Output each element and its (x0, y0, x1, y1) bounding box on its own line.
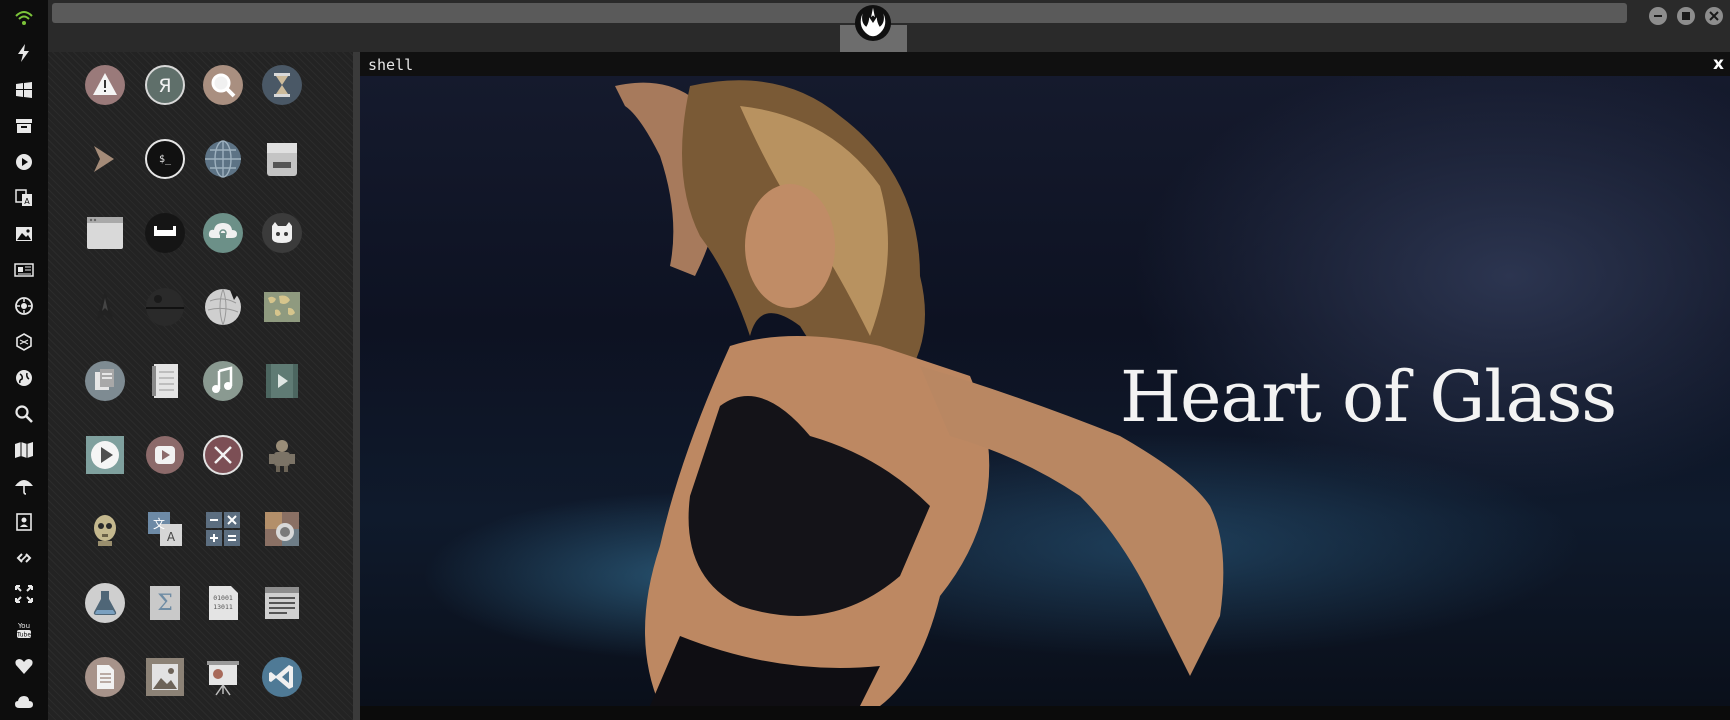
top-bar (48, 0, 1730, 52)
svg-text:13011: 13011 (213, 603, 233, 611)
death-star-icon[interactable] (144, 286, 186, 328)
umbrella-icon[interactable] (12, 474, 36, 498)
minimize-button[interactable] (1649, 7, 1667, 25)
world-map-icon[interactable] (261, 286, 303, 328)
image-icon[interactable] (12, 222, 36, 246)
yandex-icon[interactable]: Я (144, 64, 186, 106)
svg-text:01001: 01001 (213, 594, 233, 602)
panel-divider[interactable] (353, 52, 360, 720)
wikipedia-icon[interactable] (202, 286, 244, 328)
c3po-icon[interactable] (84, 508, 126, 550)
text-editor-icon[interactable] (261, 582, 303, 624)
youtube-play-icon[interactable] (144, 434, 186, 476)
fullscreen-icon[interactable] (12, 582, 36, 606)
play-circle-icon[interactable] (12, 150, 36, 174)
cloud-icon[interactable] (12, 690, 36, 714)
wifi-icon[interactable] (12, 6, 36, 30)
svg-text:文: 文 (153, 516, 165, 531)
svg-text:A: A (167, 530, 176, 544)
hexagon-icon[interactable] (12, 330, 36, 354)
link-icon[interactable] (12, 546, 36, 570)
rebel-alliance-logo-icon[interactable] (854, 4, 892, 42)
settings-badge-icon[interactable] (12, 294, 36, 318)
terminal-icon[interactable]: $_ (144, 138, 186, 180)
contacts-icon[interactable] (12, 510, 36, 534)
video-icon[interactable] (261, 360, 303, 402)
svg-text:Σ: Σ (157, 591, 173, 616)
svg-text:$_: $_ (159, 154, 172, 165)
dock: A You Tube (0, 0, 48, 720)
svg-text:A: A (24, 197, 30, 206)
close-window-button[interactable] (1705, 7, 1723, 25)
translate-icon[interactable]: A (12, 186, 36, 210)
svg-text:You: You (17, 622, 30, 630)
lightning-icon[interactable] (12, 41, 36, 65)
notebook-icon[interactable] (144, 360, 186, 402)
cloud-lock-icon[interactable] (202, 212, 244, 254)
hourglass-icon[interactable] (261, 64, 303, 106)
github-icon[interactable] (261, 212, 303, 254)
windows-icon[interactable] (12, 78, 36, 102)
binary-file-icon[interactable]: 01001 13011 (202, 582, 244, 624)
warning-icon[interactable] (84, 64, 126, 106)
svg-text:Я: Я (158, 75, 171, 97)
maximize-button[interactable] (1677, 7, 1695, 25)
search-icon[interactable] (202, 64, 244, 106)
calculator-icon[interactable] (202, 508, 244, 550)
star-trek-icon[interactable] (84, 286, 126, 328)
files-icon[interactable] (84, 360, 126, 402)
youtube-icon[interactable]: You Tube (12, 618, 36, 642)
robot-icon[interactable] (261, 434, 303, 476)
address-bar[interactable] (52, 3, 1627, 23)
document-icon[interactable] (84, 656, 126, 698)
globe-icon[interactable] (12, 366, 36, 390)
camera-icon[interactable] (261, 508, 303, 550)
close-circle-icon[interactable] (202, 434, 244, 476)
news-icon[interactable] (12, 258, 36, 282)
window-icon[interactable] (84, 212, 126, 254)
map-icon[interactable] (12, 438, 36, 462)
terminal-prompt-icon[interactable] (84, 138, 126, 180)
shell-title: shell (368, 56, 414, 74)
globe-icon[interactable] (202, 138, 244, 180)
heart-icon[interactable] (12, 654, 36, 678)
play-icon[interactable] (84, 434, 126, 476)
close-shell-button[interactable]: x (1713, 54, 1724, 74)
sigma-icon[interactable]: Σ (144, 582, 186, 624)
drive-icon[interactable] (261, 138, 303, 180)
lab-flask-icon[interactable] (84, 582, 126, 624)
vscode-icon[interactable] (261, 656, 303, 698)
presentation-icon[interactable] (202, 656, 244, 698)
shell-header: shell x (360, 52, 1730, 76)
archive-icon[interactable] (12, 114, 36, 138)
app-launcher-panel: Я $_ 文 A Σ 01001 13011 (48, 52, 353, 720)
search-icon[interactable] (12, 402, 36, 426)
music-icon[interactable] (202, 360, 244, 402)
translate-icon[interactable]: 文A (144, 508, 186, 550)
video-title: Heart of Glass (1120, 356, 1617, 438)
svg-text:Tube: Tube (16, 632, 31, 639)
image-viewer-icon[interactable] (144, 656, 186, 698)
cinema-icon[interactable] (144, 212, 186, 254)
shell-footer (360, 706, 1730, 720)
video-frame[interactable]: Heart of Glass (360, 76, 1730, 706)
